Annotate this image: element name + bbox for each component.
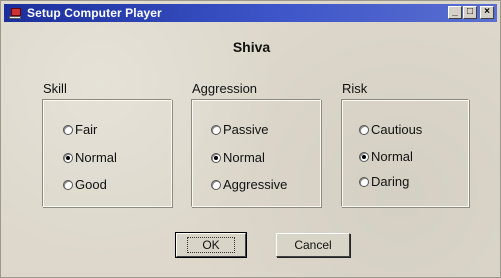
risk-group-label: Risk [342,81,368,96]
radio-icon [359,124,369,135]
skill-option-label: Fair [75,122,98,137]
skill-option-label: Good [75,177,107,192]
radio-selected-icon [63,152,73,163]
aggression-option-aggressive[interactable]: Aggressive [211,177,287,192]
risk-option-cautious[interactable]: Cautious [359,122,422,137]
close-button[interactable]: × [480,6,494,19]
aggression-option-label: Aggressive [223,177,288,192]
skill-option-normal[interactable]: Normal [63,150,117,165]
window-title: Setup Computer Player [27,6,162,20]
setup-dialog: Setup Computer Player _ □ × Shiva Skill … [0,0,501,278]
risk-option-normal[interactable]: Normal [359,149,413,164]
radio-selected-icon [211,152,221,163]
skill-option-label: Normal [75,150,117,165]
cancel-button[interactable]: Cancel [276,233,350,257]
aggression-option-label: Passive [223,122,269,137]
radio-icon [211,124,221,135]
computer-icon [8,7,22,20]
risk-option-label: Cautious [371,122,423,137]
title-bar[interactable]: Setup Computer Player _ □ × [4,4,497,22]
radio-icon [63,179,73,190]
radio-selected-icon [359,151,369,162]
skill-group-label: Skill [43,81,67,96]
ok-button-label: OK [187,237,235,253]
minimize-button[interactable]: _ [448,6,462,19]
maximize-button[interactable]: □ [463,6,477,19]
aggression-option-passive[interactable]: Passive [211,122,269,137]
ok-button[interactable]: OK [175,232,247,258]
skill-option-fair[interactable]: Fair [63,122,97,137]
radio-icon [63,124,73,135]
risk-option-label: Normal [371,149,413,164]
radio-icon [211,179,221,190]
skill-option-good[interactable]: Good [63,177,107,192]
player-name: Shiva [232,39,271,55]
aggression-option-label: Normal [223,150,265,165]
risk-option-label: Daring [371,174,410,189]
aggression-group-label: Aggression [192,81,258,96]
risk-option-daring[interactable]: Daring [359,174,409,189]
cancel-button-label: Cancel [294,238,332,252]
radio-icon [359,176,369,187]
aggression-option-normal[interactable]: Normal [211,150,265,165]
